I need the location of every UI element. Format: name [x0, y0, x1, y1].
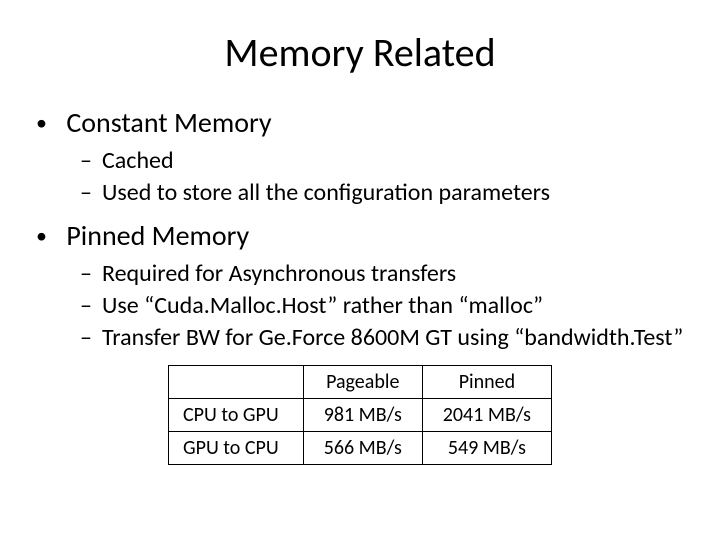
list-item: Pinned Memory Required for Asynchronous …: [36, 218, 684, 353]
sub-list: Required for Asynchronous transfers Use …: [36, 259, 684, 353]
list-item: Use “Cuda.Malloc.Host” rather than “mall…: [80, 291, 684, 321]
slide-title: Memory Related: [36, 28, 684, 77]
bandwidth-table: Pageable Pinned CPU to GPU 981 MB/s 2041…: [168, 365, 552, 465]
list-item: Cached: [80, 146, 684, 176]
table-cell: 981 MB/s: [303, 399, 422, 432]
table-cell: GPU to CPU: [169, 432, 304, 465]
bullet-text: Required for Asynchronous transfers: [102, 259, 456, 288]
list-item: Required for Asynchronous transfers: [80, 259, 684, 289]
table-cell: 549 MB/s: [422, 432, 551, 465]
list-item: Constant Memory Cached Used to store all…: [36, 105, 684, 208]
bullet-text: Constant Memory: [66, 105, 271, 140]
table-cell: 566 MB/s: [303, 432, 422, 465]
table-header: Pageable: [303, 366, 422, 399]
sub-list: Cached Used to store all the configurati…: [36, 146, 684, 208]
table-row: Pageable Pinned: [169, 366, 552, 399]
bullet-text: Cached: [102, 146, 174, 175]
table-row: GPU to CPU 566 MB/s 549 MB/s: [169, 432, 552, 465]
bullet-text: Use “Cuda.Malloc.Host” rather than “mall…: [102, 291, 543, 320]
list-item: Transfer BW for Ge.Force 8600M GT using …: [80, 323, 684, 353]
bullet-text: Pinned Memory: [66, 218, 249, 253]
table-header-blank: [169, 366, 304, 399]
bullet-text: Used to store all the configuration para…: [102, 178, 550, 207]
bullet-list: Constant Memory Cached Used to store all…: [36, 105, 684, 353]
list-item: Used to store all the configuration para…: [80, 178, 684, 208]
table-container: Pageable Pinned CPU to GPU 981 MB/s 2041…: [36, 365, 684, 465]
bullet-text: Transfer BW for Ge.Force 8600M GT using …: [102, 323, 683, 352]
table-header: Pinned: [422, 366, 551, 399]
table-cell: 2041 MB/s: [422, 399, 551, 432]
table-row: CPU to GPU 981 MB/s 2041 MB/s: [169, 399, 552, 432]
table-cell: CPU to GPU: [169, 399, 304, 432]
